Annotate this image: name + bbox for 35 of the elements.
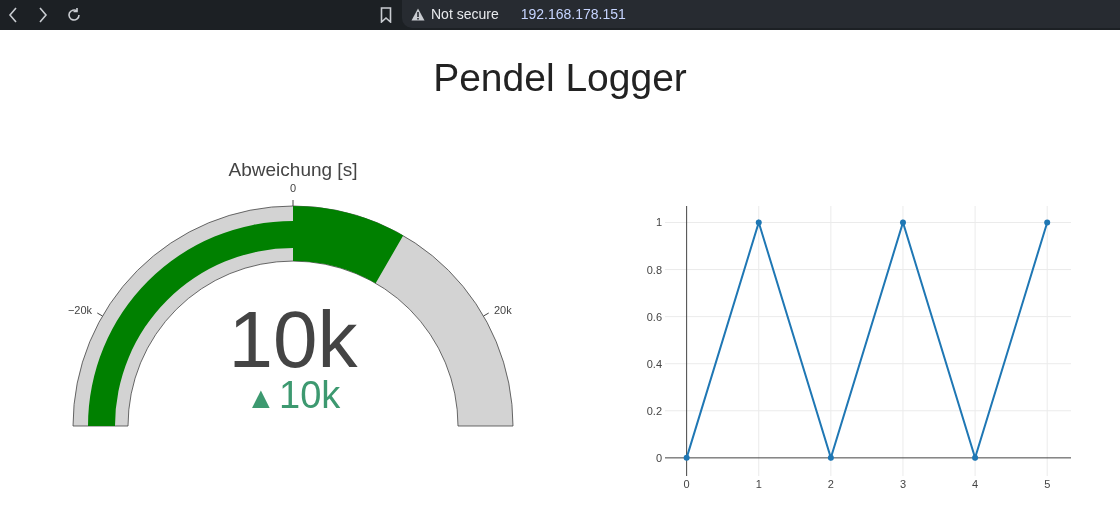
x-tick-label: 3 <box>899 478 907 490</box>
data-point <box>972 454 979 461</box>
y-tick-label: 1 <box>655 216 662 229</box>
x-tick-label: 2 <box>827 478 834 490</box>
tick-mark <box>96 312 103 317</box>
x-tick-label: 1 <box>755 478 762 490</box>
tick-mark <box>483 312 490 317</box>
y-tick-label: 0.4 <box>646 357 662 370</box>
x-tick-label: 4 <box>972 478 979 490</box>
tick-label: −20k <box>67 304 93 316</box>
tick-label: 20k <box>493 304 512 316</box>
url-text: 192.168.178.151 <box>520 6 626 22</box>
forward-icon[interactable] <box>38 7 48 23</box>
page-title: Pendel Logger <box>433 56 687 100</box>
y-tick-label: 0 <box>655 451 662 464</box>
data-point <box>900 219 906 226</box>
security-label: Not secure <box>431 6 499 22</box>
back-icon[interactable] <box>8 7 18 23</box>
data-point <box>683 454 690 461</box>
data-point <box>827 454 834 461</box>
warning-icon[interactable] <box>411 7 425 21</box>
x-tick-label: 5 <box>1044 478 1051 490</box>
address-bar[interactable]: Not secure 192.168.178.151 <box>402 0 1120 28</box>
data-point <box>1044 219 1051 226</box>
delta-triangle-icon: ▲ <box>246 381 276 414</box>
x-tick-label: 0 <box>683 478 690 490</box>
tick-label: 0 <box>289 182 297 194</box>
y-tick-label: 0.8 <box>646 263 662 276</box>
y-tick-label: 0.2 <box>646 404 662 417</box>
y-tick-label: 0.6 <box>646 310 662 323</box>
data-point <box>755 219 762 226</box>
gauge-title: Abweichung [s] <box>228 159 358 180</box>
reload-icon[interactable] <box>66 7 82 23</box>
bookmark-icon[interactable] <box>380 7 392 23</box>
tick-mark <box>292 199 294 207</box>
